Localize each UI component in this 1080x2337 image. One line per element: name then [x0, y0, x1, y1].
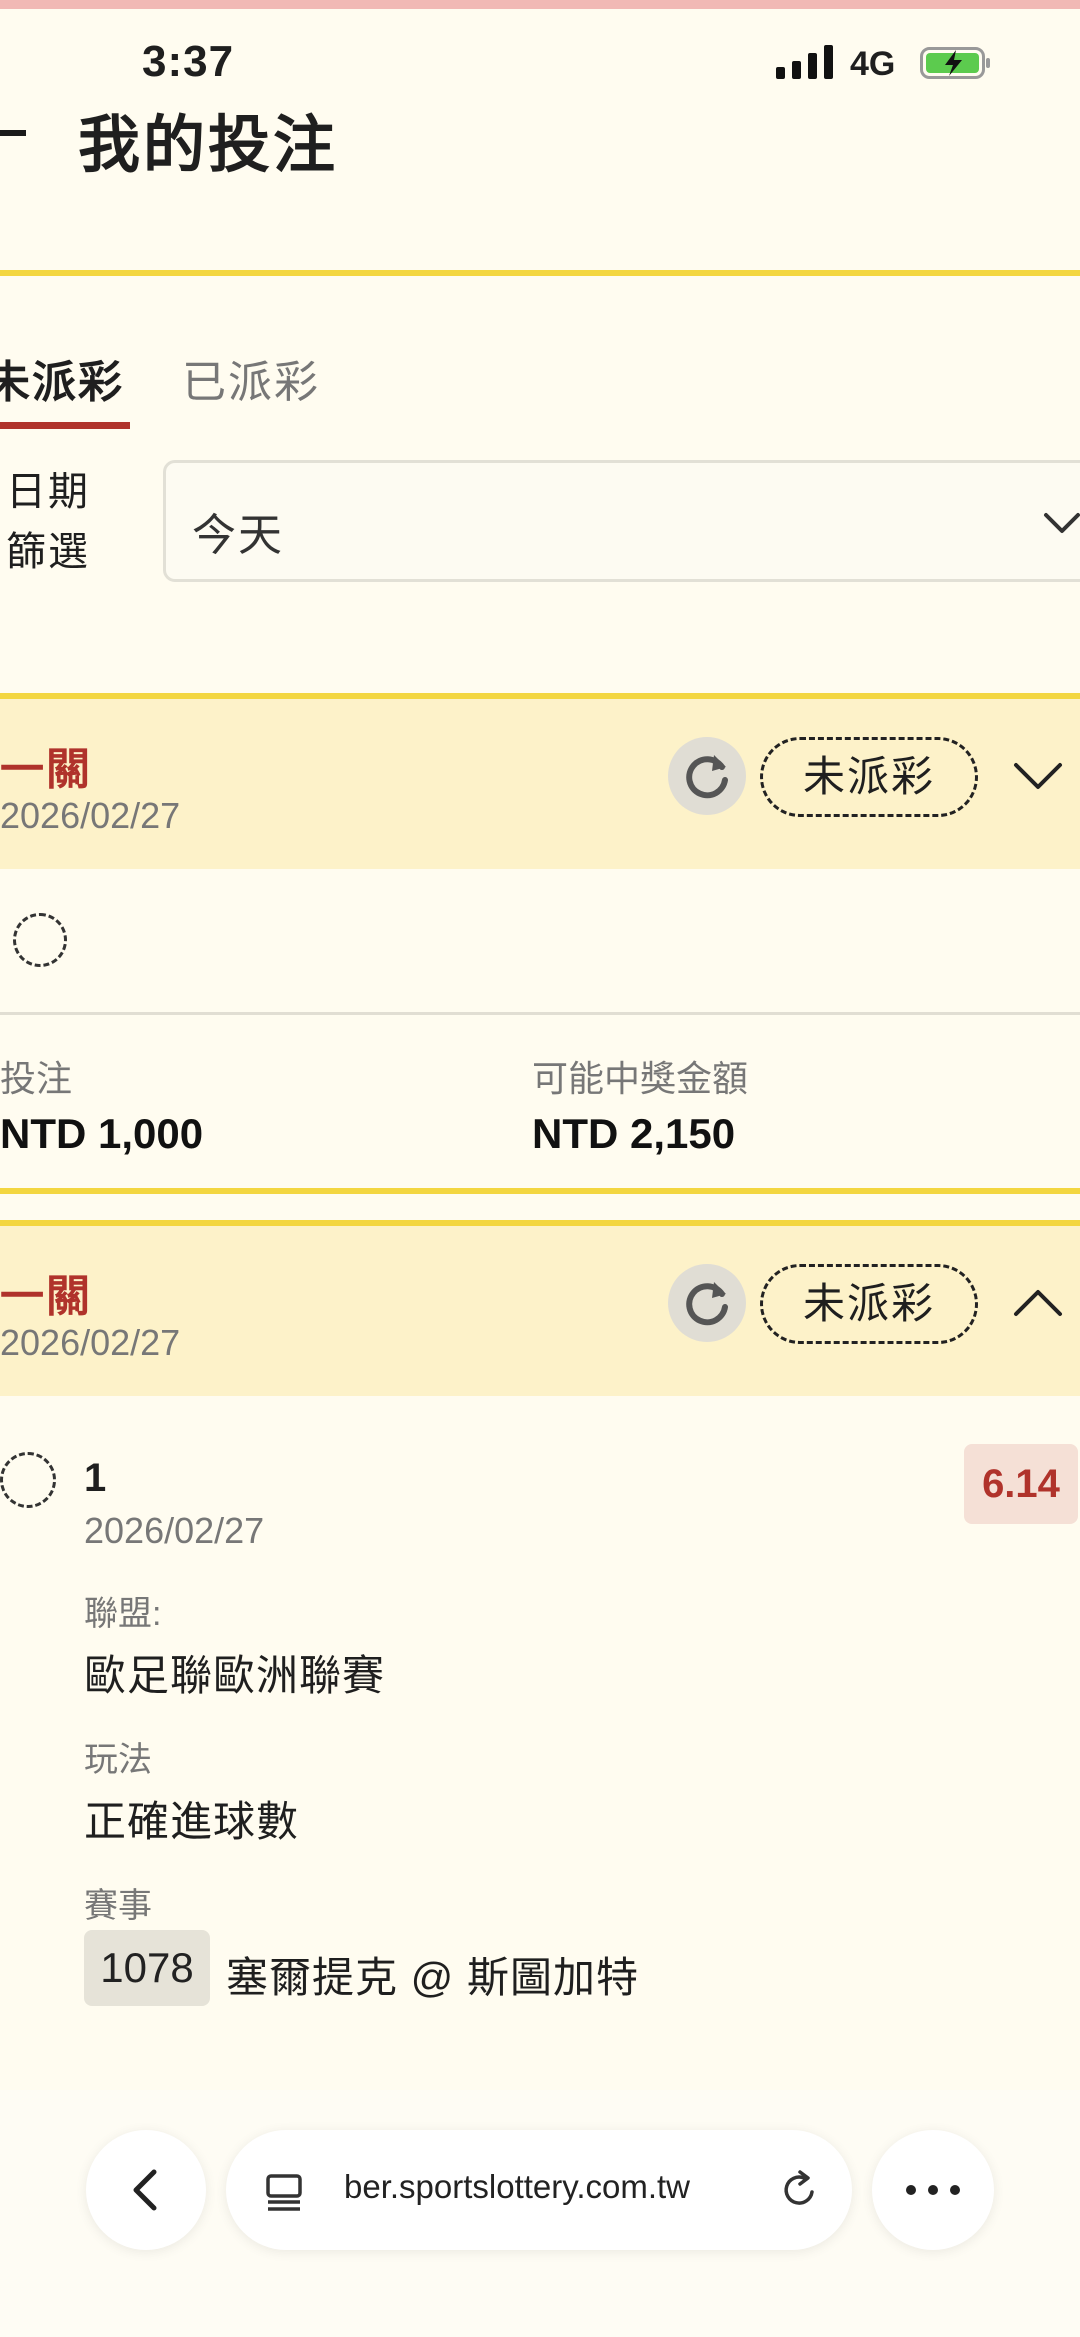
back-icon[interactable] [0, 130, 26, 136]
event-code: 1078 [84, 1930, 210, 2006]
chevron-left-icon [133, 2169, 157, 2211]
stake-value: NTD 1,000 [0, 1110, 204, 1157]
event-name: 塞爾提克 @ 斯圖加特 [226, 1954, 639, 2001]
selection-placeholder-icon [13, 913, 67, 967]
odds-badge: 6.14 [964, 1444, 1078, 1524]
league-value: 歐足聯歐洲聯賽 [84, 1652, 386, 1699]
battery-charging-icon [920, 47, 990, 79]
tab-bar: 未派彩 已派彩 [0, 336, 1080, 432]
refresh-icon [686, 1282, 728, 1326]
top-accent-strip [0, 0, 1080, 9]
date-filter-value: 今天 [192, 511, 284, 560]
url-text: ber.sportslottery.com.tw [344, 2168, 691, 2205]
bet-card-body [0, 870, 1080, 1015]
refresh-button[interactable] [668, 737, 746, 815]
bet-type: 一關 [0, 1272, 92, 1321]
tab-active-indicator [0, 422, 130, 429]
bet-date: 2026/02/27 [0, 795, 181, 836]
status-badge: 未派彩 [760, 737, 978, 817]
league-label: 聯盟: [84, 1595, 162, 1633]
selection-date: 2026/02/27 [84, 1510, 265, 1551]
stake-label: 投注 [0, 1058, 73, 1099]
tabs-icon[interactable] [262, 2170, 306, 2214]
status-time: 3:37 [142, 37, 235, 86]
reload-icon[interactable] [778, 2168, 822, 2212]
page-header: 我的投注 [0, 90, 1080, 276]
bet-card-header[interactable]: 一關 2026/02/27 未派彩 [0, 1220, 1080, 1396]
browser-back-button[interactable] [86, 2130, 206, 2250]
date-filter-select[interactable]: 今天 [163, 460, 1080, 582]
chevron-up-icon[interactable] [1010, 1282, 1066, 1322]
chevron-down-icon[interactable] [1010, 755, 1066, 795]
status-badge: 未派彩 [760, 1264, 978, 1344]
more-dots-icon [906, 2185, 960, 2195]
browser-toolbar: ber.sportslottery.com.tw [0, 2090, 1080, 2337]
tab-label: 未派彩 [0, 358, 124, 407]
market-label: 玩法 [84, 1741, 152, 1779]
payout-label: 可能中獎金額 [532, 1058, 749, 1099]
chevron-down-icon [1044, 513, 1080, 533]
market-value: 正確進球數 [84, 1798, 300, 1845]
bet-date: 2026/02/27 [0, 1322, 181, 1363]
payout-value: NTD 2,150 [532, 1110, 736, 1157]
tab-unpaid[interactable]: 未派彩 [0, 346, 130, 429]
more-options-button[interactable] [872, 2130, 994, 2250]
tab-paid[interactable]: 已派彩 [182, 346, 320, 410]
refresh-button[interactable] [668, 1264, 746, 1342]
card-divider [0, 1188, 1080, 1194]
event-label: 賽事 [84, 1887, 152, 1925]
tab-label: 已派彩 [182, 358, 320, 407]
signal-icon [776, 43, 834, 79]
page-title: 我的投注 [78, 111, 339, 180]
date-filter-label: 日期 篩選 [6, 470, 90, 574]
bet-card-header[interactable]: 一關 2026/02/27 未派彩 [0, 693, 1080, 869]
selection-status-icon [0, 1452, 56, 1508]
selection-name: 1 [84, 1456, 107, 1500]
refresh-icon [686, 755, 728, 799]
address-bar[interactable]: ber.sportslottery.com.tw [226, 2130, 852, 2250]
bet-type: 一關 [0, 745, 92, 794]
network-type: 4G [850, 45, 896, 83]
